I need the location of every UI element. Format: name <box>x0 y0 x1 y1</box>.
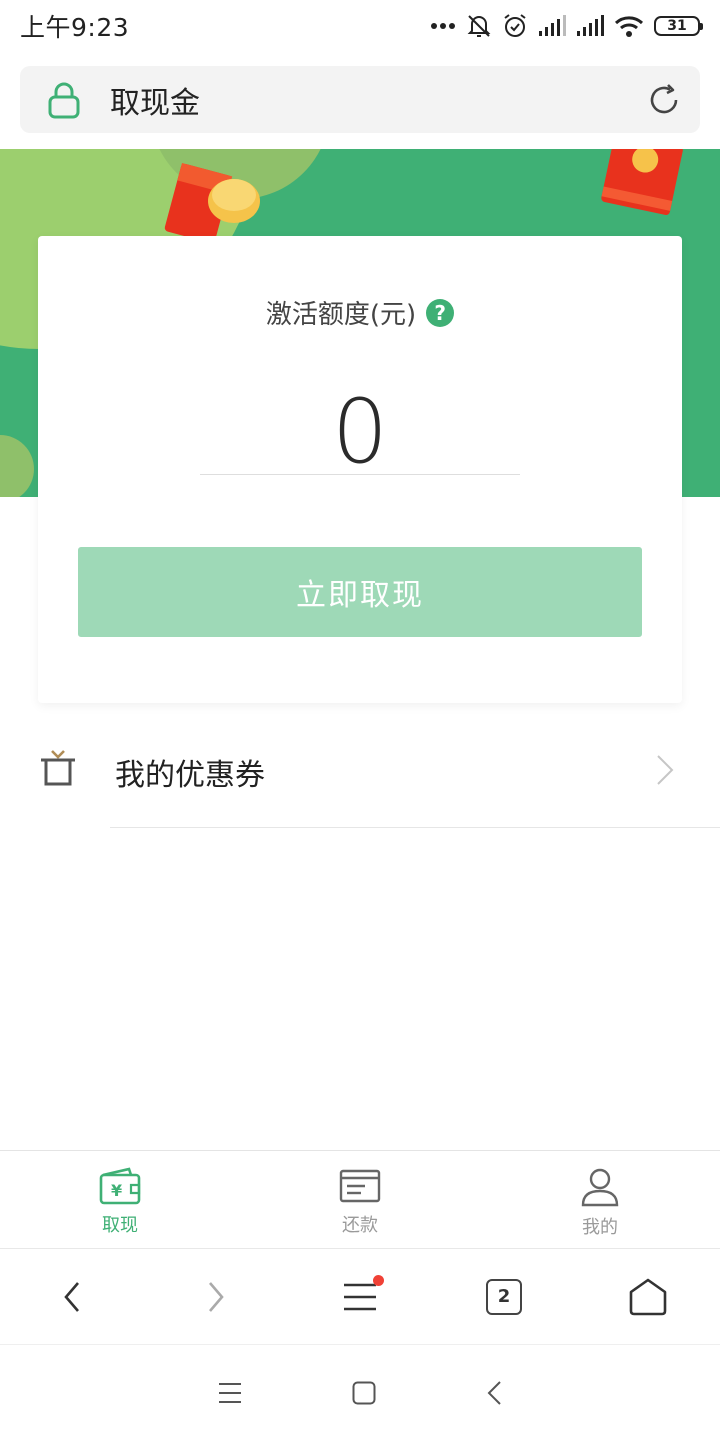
more-dots-icon <box>431 23 455 29</box>
quota-row: 激活额度(元) ? <box>38 294 682 331</box>
help-icon[interactable]: ? <box>426 298 455 327</box>
lock-icon <box>48 82 80 118</box>
forward-button[interactable] <box>176 1257 256 1337</box>
red-packet-icon <box>601 149 683 215</box>
menu-button[interactable] <box>320 1257 400 1337</box>
tab-withdraw[interactable]: ¥ 取现 <box>0 1151 240 1248</box>
back-button[interactable] <box>32 1257 112 1337</box>
withdraw-card: 激活额度(元) ? 0 立即取现 <box>38 236 682 703</box>
withdraw-now-button[interactable]: 立即取现 <box>78 547 642 637</box>
divider <box>110 827 720 828</box>
svg-text:¥: ¥ <box>111 1181 122 1200</box>
address-bar[interactable]: 取现金 <box>20 66 700 133</box>
tab-mine[interactable]: 我的 <box>480 1151 720 1248</box>
quota-label: 激活额度(元) <box>265 300 417 330</box>
system-nav-bar <box>0 1344 720 1440</box>
bill-icon <box>339 1169 381 1203</box>
mute-bell-icon <box>467 15 491 37</box>
browser-toolbar: 2 <box>0 1248 720 1344</box>
battery-icon: 31 <box>654 16 703 36</box>
home-square-icon[interactable] <box>352 1381 376 1405</box>
gift-icon <box>41 750 75 786</box>
status-bar: 上午9:23 31 <box>0 0 720 52</box>
wallet-yen-icon: ¥ <box>99 1167 141 1205</box>
wifi-icon <box>614 16 644 37</box>
tab-count-badge: 2 <box>486 1278 522 1315</box>
tab-repay[interactable]: 还款 <box>240 1151 480 1248</box>
tab-mine-label: 我的 <box>582 1217 618 1238</box>
status-icons: 31 <box>430 13 703 39</box>
refresh-icon[interactable] <box>646 82 682 118</box>
alarm-icon <box>504 14 526 37</box>
tab-withdraw-label: 取现 <box>102 1215 138 1236</box>
my-coupons-row[interactable]: 我的优惠券 <box>0 714 720 828</box>
signal-2-icon <box>577 15 604 36</box>
status-time: 上午9:23 <box>20 13 130 42</box>
tab-repay-label: 还款 <box>342 1215 378 1236</box>
chevron-right-icon <box>209 1281 224 1312</box>
chevron-right-icon <box>657 755 674 785</box>
menu-icon <box>344 1283 376 1310</box>
back-arrow-icon[interactable] <box>486 1380 502 1406</box>
recent-apps-icon[interactable] <box>218 1382 242 1404</box>
home-icon <box>629 1278 667 1315</box>
my-coupons-label: 我的优惠券 <box>115 758 265 793</box>
home-button[interactable] <box>608 1257 688 1337</box>
bottom-tab-bar: ¥ 取现 还款 我的 <box>0 1150 720 1248</box>
page-title: 取现金 <box>110 85 200 121</box>
tabs-button[interactable]: 2 <box>464 1257 544 1337</box>
person-icon <box>581 1168 619 1207</box>
amount-underline <box>200 474 520 475</box>
quota-amount: 0 <box>332 380 388 483</box>
notification-dot <box>373 1274 384 1286</box>
signal-1-icon <box>539 15 566 36</box>
chevron-left-icon <box>64 1281 79 1312</box>
